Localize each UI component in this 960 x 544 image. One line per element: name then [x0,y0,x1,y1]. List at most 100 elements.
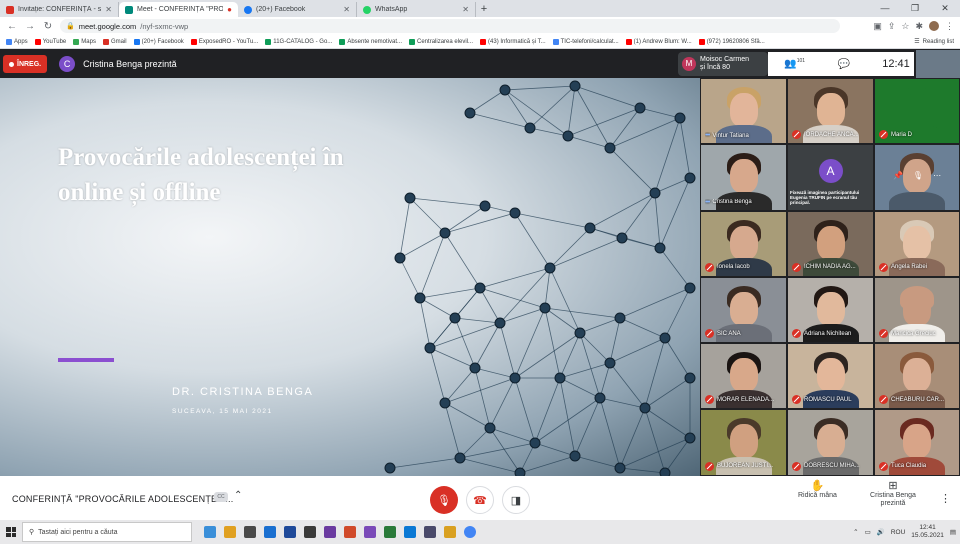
leave-call-button[interactable]: ☎ [466,486,494,514]
bookmark-item[interactable]: TIC-telefoni/calculat... [552,38,619,45]
file-explorer-icon[interactable] [244,526,256,538]
extensions-icon[interactable]: ✱ [915,21,923,32]
task-view-icon[interactable] [224,526,236,538]
bookmark-item[interactable]: Gmail [102,38,127,45]
powerpoint-icon[interactable] [344,526,356,538]
participant-tile[interactable]: CHEABURU CAR... [874,343,960,410]
share-icon[interactable]: ⇪ [888,21,896,32]
maximize-icon[interactable]: ❐ [900,0,930,17]
profile-avatar[interactable] [929,21,939,31]
camera-in-use-icon[interactable]: ▣ [873,21,882,32]
participant-tile[interactable]: Ionela Iacob [700,210,787,277]
network-link [459,427,491,459]
network-node [499,84,511,96]
people-icon[interactable]: 👥101 [784,58,805,69]
participant-tile[interactable]: ICHIM NADIA AG... [787,210,874,277]
taskbar-search[interactable]: ⚲ Tastați aici pentru a căuta [22,522,192,542]
participant-tile[interactable]: Maria D [874,78,960,145]
bookmark-item[interactable]: Apps [6,38,28,45]
pinned-participant-card[interactable]: M Moisoc Carmen și încă 80 [678,52,768,76]
bookmark-item[interactable]: 11G-CATALOG - Go... [265,38,332,45]
url-input[interactable]: 🔒 meet.google.com/nyf-sxmc-vwp [60,19,840,33]
browser-tab-whatsapp[interactable]: WhatsApp ✕ [357,2,476,17]
participant-tile[interactable]: 📌 🎙 ⋯ [874,144,960,211]
cortana-icon[interactable] [204,526,216,538]
participant-tile[interactable]: ••• Cristina Benga [700,144,787,211]
minimize-icon[interactable]: — [870,0,900,17]
participant-tile[interactable]: Maricica Greciuc [874,276,960,344]
app-icon[interactable] [364,526,376,538]
mute-participant-icon[interactable]: 🎙 [913,171,923,180]
participant-tile[interactable]: ••• Vintur Tatiana [700,78,787,145]
network-node [684,172,696,184]
participant-tile[interactable]: A Fixează imaginea participantului Eugeni… [787,144,874,211]
menu-icon[interactable]: ⋮ [945,21,954,32]
reload-icon[interactable]: ↻ [42,21,54,32]
participant-tile[interactable]: MORAR ELENADA... [700,343,787,410]
app-icon[interactable] [424,526,436,538]
mic-off-icon [705,262,714,272]
paint-icon[interactable] [444,526,456,538]
captions-icon[interactable]: CC [214,492,228,502]
bookmark-item[interactable]: ExposedRO - YouTu... [190,38,258,45]
bookmark-item[interactable]: Centralizarea elevil... [409,38,473,45]
settings-icon[interactable] [304,526,316,538]
word-icon[interactable] [284,526,296,538]
bookmark-item[interactable]: Maps [73,38,96,45]
pin-tooltip: Fixează imaginea participantului Eugenia… [790,190,860,206]
browser-tab-facebook[interactable]: (20+) Facebook ✕ [238,2,357,17]
presenting-button[interactable]: ⊞ Cristina Benga prezintă [862,481,924,508]
self-view-tile[interactable] [916,50,960,78]
chevron-up-icon[interactable]: ⌃ [234,490,242,501]
edge-icon[interactable] [404,526,416,538]
network-link [519,455,576,474]
network-icon[interactable]: ▭ [865,528,871,536]
close-tab-icon[interactable]: ✕ [343,5,350,14]
bookmark-item[interactable]: (20+) Facebook [133,38,184,45]
more-options-icon[interactable]: ⋮ [940,492,951,505]
network-link [639,107,681,119]
close-tab-icon[interactable]: ● [227,5,232,14]
close-tab-icon[interactable]: ✕ [462,5,469,14]
participant-tile[interactable]: Angela Rabei [874,210,960,277]
chrome-icon[interactable] [464,526,476,538]
participant-tile[interactable]: SIC ANA [700,276,787,344]
reading-list-button[interactable]: ☰ Reading list [914,38,954,46]
bookmark-item[interactable]: (972) 19620806 Sfâ... [698,38,765,45]
participant-tile[interactable]: ROMASCU PAUL [787,343,874,410]
chat-icon[interactable]: 💬 [838,59,850,70]
bookmark-item[interactable]: (1) Andrew Blum: W... [625,38,692,45]
star-icon[interactable]: ☆ [901,21,909,32]
participant-tile[interactable]: Adriana Nichitean [787,276,874,344]
network-link [399,232,446,259]
excel-icon[interactable] [384,526,396,538]
close-window-icon[interactable]: ✕ [930,0,960,17]
taskbar-clock[interactable]: 12:41 15.05.2021 [911,524,944,540]
tray-up-icon[interactable]: ⌃ [853,528,858,536]
start-button[interactable] [0,520,22,544]
more-icon[interactable]: ⋯ [933,171,941,180]
microphone-off-button[interactable]: 🎙 [430,486,458,514]
taskbar-date: 15.05.2021 [911,532,944,539]
bookmark-item[interactable]: Absente nemotivat... [339,38,402,45]
new-tab-button[interactable]: + [476,2,492,17]
participant-tile[interactable]: BUJOREAN JUSTI... [700,409,787,476]
raise-hand-button[interactable]: ✋ Ridică mâna [798,481,837,500]
forward-icon[interactable]: → [24,21,36,32]
camera-button[interactable]: ◨ [502,486,530,514]
back-icon[interactable]: ← [6,21,18,32]
volume-icon[interactable]: 🔊 [877,528,885,536]
onenote-icon[interactable] [324,526,336,538]
participant-tile[interactable]: IORDACHE ANCA... [787,78,874,145]
bookmark-item[interactable]: YouTube [34,38,66,45]
participant-tile[interactable]: DOBRESCU MIHA... [787,409,874,476]
store-icon[interactable] [264,526,276,538]
notifications-icon[interactable]: ▤ [950,528,956,536]
pin-icon[interactable]: 📌 [893,171,903,180]
language-indicator[interactable]: ROU [891,529,905,536]
browser-tab-meet[interactable]: Meet - CONFERINȚĂ "PROV... ● [119,2,238,17]
browser-tab-gmail[interactable]: Invitație: CONFERINȚĂ - sâm. 15 ... ✕ [0,2,119,17]
participant-tile[interactable]: Tuca Claudia [874,409,960,476]
bookmark-item[interactable]: (43) Informatică și T... [480,38,546,45]
close-tab-icon[interactable]: ✕ [105,5,112,14]
